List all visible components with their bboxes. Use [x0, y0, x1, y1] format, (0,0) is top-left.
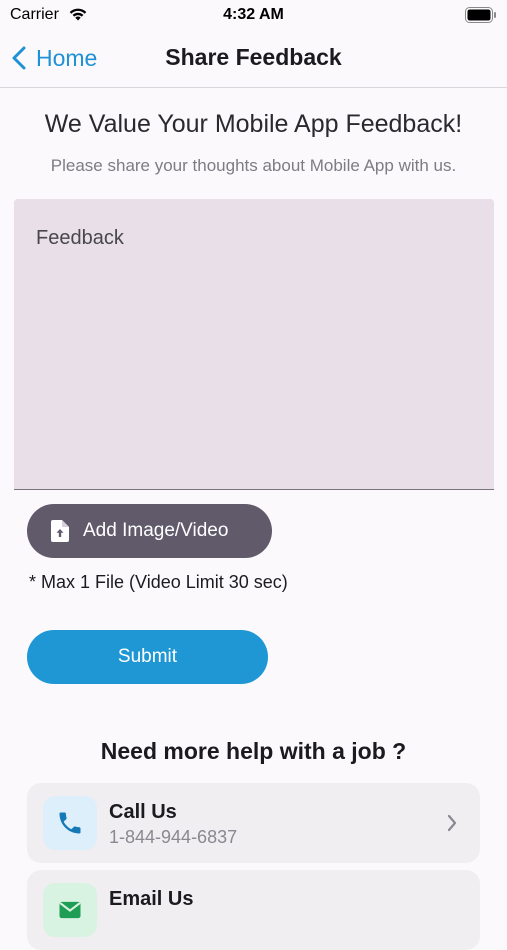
help-heading: Need more help with a job ? [100, 738, 407, 764]
submit-button[interactable]: Submit [27, 630, 268, 684]
file-limit-note: * Max 1 File (Video Limit 30 sec) [29, 572, 288, 592]
battery-icon [465, 7, 496, 23]
call-us-card[interactable]: Call Us 1-844-944-6837 [27, 783, 480, 863]
mail-icon [59, 901, 81, 919]
add-image-video-label: Add Image/Video [83, 520, 229, 541]
feedback-headline: We Value Your Mobile App Feedback! [44, 110, 463, 138]
feedback-input[interactable] [14, 199, 494, 489]
email-us-card[interactable]: Email Us [27, 870, 480, 950]
status-bar: Carrier 4:32 AM [0, 0, 507, 30]
call-us-phone-number: 1-844-944-6837 [109, 827, 238, 847]
add-image-video-button[interactable]: Add Image/Video [27, 504, 272, 558]
chevron-right-icon [447, 814, 457, 832]
mail-icon-container [43, 883, 97, 937]
feedback-field-container [14, 199, 494, 490]
clock-time: 4:32 AM [223, 6, 284, 23]
navigation-bar: Home Share Feedback [0, 30, 507, 88]
phone-icon-container [43, 796, 97, 850]
feedback-subheadline: Please share your thoughts about Mobile … [50, 156, 457, 175]
call-us-title: Call Us [109, 801, 177, 823]
page-title: Share Feedback [165, 44, 342, 70]
file-upload-icon [51, 520, 69, 542]
phone-icon [59, 812, 81, 834]
